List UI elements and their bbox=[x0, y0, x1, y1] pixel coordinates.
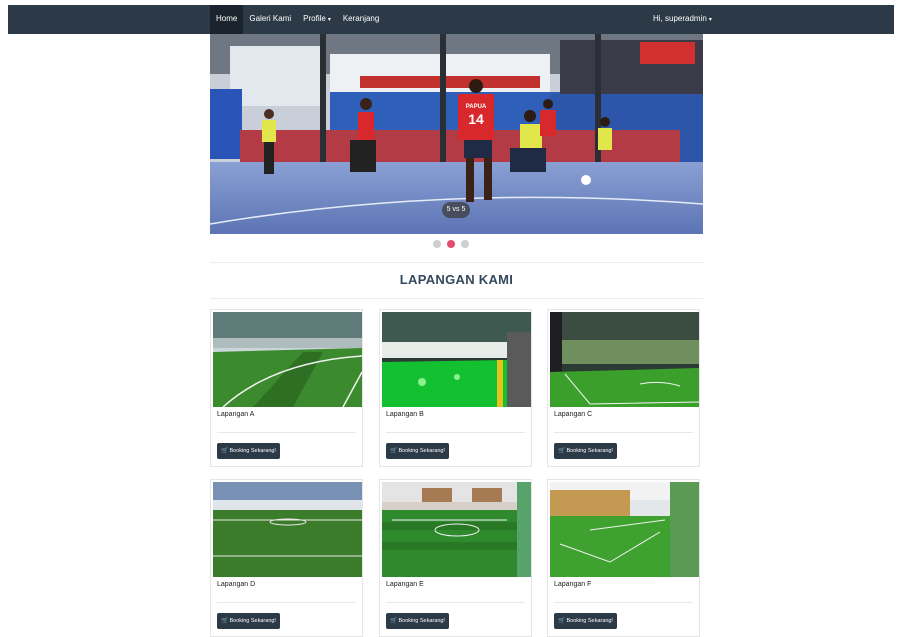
divider bbox=[386, 602, 525, 603]
divider bbox=[217, 432, 356, 433]
divider bbox=[386, 432, 525, 433]
court-card: Lapangan C 🛒Booking Sekarang! bbox=[547, 309, 700, 467]
nav-keranjang[interactable]: Keranjang bbox=[337, 5, 385, 34]
court-image bbox=[550, 312, 699, 407]
booking-button[interactable]: 🛒Booking Sekarang! bbox=[554, 443, 617, 459]
divider bbox=[554, 432, 693, 433]
nav-home[interactable]: Home bbox=[210, 5, 244, 34]
carousel-dot-3[interactable] bbox=[461, 240, 469, 248]
court-name: Lapangan A bbox=[217, 411, 255, 418]
cart-icon: 🛒 bbox=[221, 448, 229, 454]
cart-icon: 🛒 bbox=[558, 618, 566, 624]
divider bbox=[210, 298, 703, 299]
carousel-dot-1[interactable] bbox=[433, 240, 441, 248]
court-name: Lapangan C bbox=[554, 411, 593, 418]
court-image bbox=[213, 312, 362, 407]
booking-button[interactable]: 🛒Booking Sekarang! bbox=[554, 613, 617, 629]
divider bbox=[554, 602, 693, 603]
nav-galeri[interactable]: Galeri Kami bbox=[243, 5, 297, 34]
booking-button[interactable]: 🛒Booking Sekarang! bbox=[386, 613, 449, 629]
nav-profile[interactable]: Profile ▾ bbox=[297, 5, 337, 34]
user-menu[interactable]: Hi, superadmin ▾ bbox=[653, 5, 712, 34]
divider bbox=[210, 262, 703, 263]
court-name: Lapangan D bbox=[217, 581, 256, 588]
navbar: Home Galeri Kami Profile ▾ Keranjang Hi, … bbox=[8, 5, 894, 34]
booking-button[interactable]: 🛒Booking Sekarang! bbox=[217, 613, 280, 629]
court-card: Lapangan D 🛒Booking Sekarang! bbox=[210, 479, 363, 637]
cart-icon: 🛒 bbox=[558, 448, 566, 454]
court-name: Lapangan F bbox=[554, 581, 592, 588]
cart-icon: 🛒 bbox=[221, 618, 229, 624]
section-title: LAPANGAN KAMI bbox=[399, 272, 514, 287]
court-image bbox=[213, 482, 362, 577]
court-image bbox=[550, 482, 699, 577]
court-card: Lapangan B 🛒Booking Sekarang! bbox=[379, 309, 532, 467]
court-card: Lapangan A 🛒Booking Sekarang! bbox=[210, 309, 363, 467]
svg-text:PAPUA: PAPUA bbox=[466, 104, 487, 110]
carousel-dot-2[interactable] bbox=[447, 240, 455, 248]
carousel-indicators bbox=[433, 240, 469, 248]
court-name: Lapangan E bbox=[386, 581, 424, 588]
cart-icon: 🛒 bbox=[390, 618, 398, 624]
booking-button[interactable]: 🛒Booking Sekarang! bbox=[386, 443, 449, 459]
court-image bbox=[382, 312, 531, 407]
court-name: Lapangan B bbox=[386, 411, 424, 418]
court-card: Lapangan F 🛒Booking Sekarang! bbox=[547, 479, 700, 637]
chevron-down-icon: ▾ bbox=[327, 17, 331, 23]
court-card: Lapangan E 🛒Booking Sekarang! bbox=[379, 479, 532, 637]
svg-text:14: 14 bbox=[468, 111, 484, 127]
court-image bbox=[382, 482, 531, 577]
nav-menu: Home Galeri Kami Profile ▾ Keranjang bbox=[210, 5, 385, 34]
divider bbox=[217, 602, 356, 603]
booking-button[interactable]: 🛒Booking Sekarang! bbox=[217, 443, 280, 459]
carousel-caption: 5 vs 5 bbox=[442, 202, 470, 218]
chevron-down-icon: ▾ bbox=[708, 17, 712, 23]
hero-carousel[interactable]: PAPUA 14 5 vs 5 bbox=[210, 34, 703, 234]
cart-icon: 🛒 bbox=[390, 448, 398, 454]
